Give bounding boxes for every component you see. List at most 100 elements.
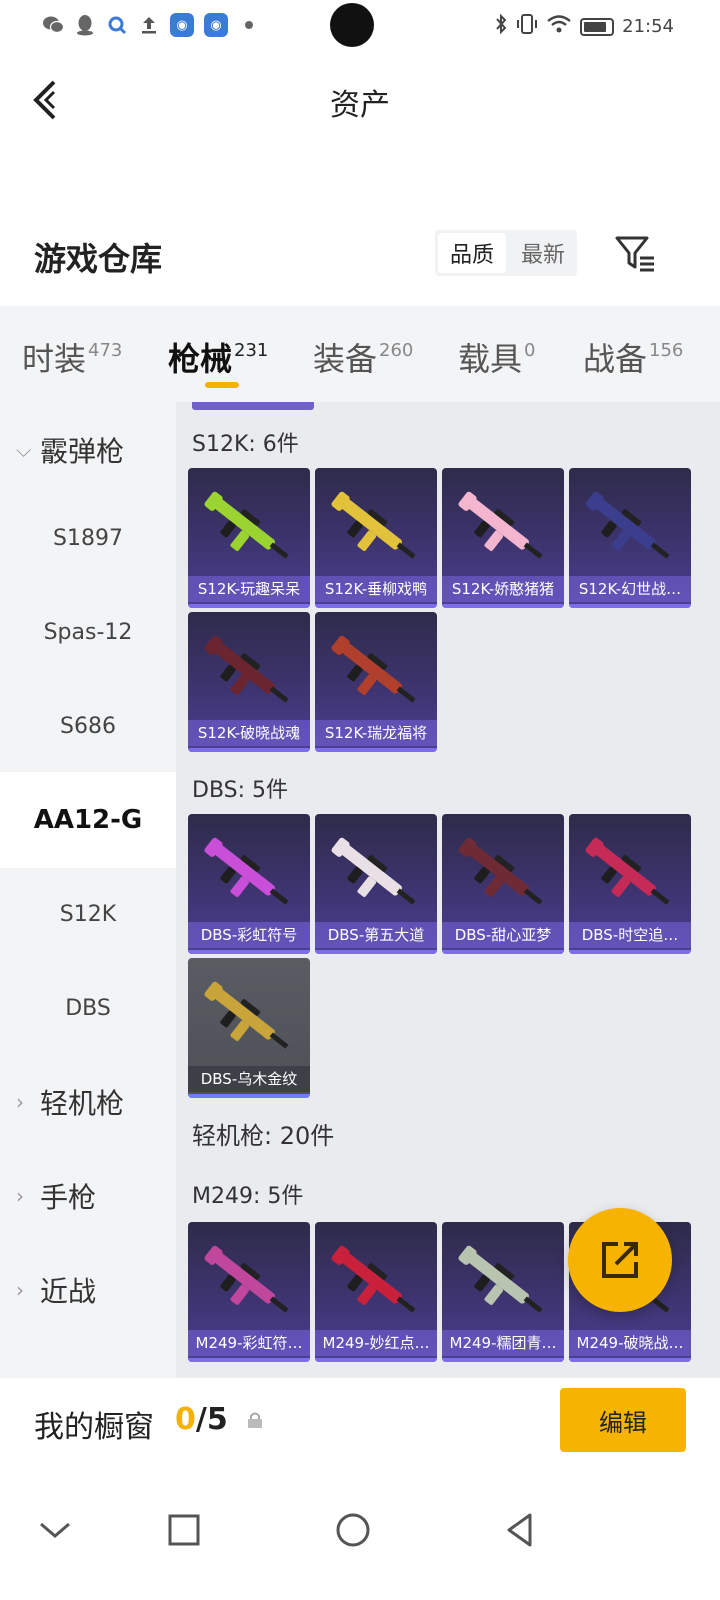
tab-fashion[interactable]: 时装 473 <box>22 334 122 380</box>
rarity-bar <box>569 950 691 954</box>
status-right-icons: 21:54 <box>494 13 674 40</box>
rarity-bar <box>442 604 564 608</box>
skin-card[interactable]: S12K-玩趣呆呆 <box>188 468 310 608</box>
status-left-icons: ◉ ◉ <box>42 13 260 37</box>
square-icon <box>168 1514 200 1546</box>
skin-card[interactable]: M249-彩虹符… <box>188 1222 310 1362</box>
tab-supplies[interactable]: 战备 156 <box>583 334 683 380</box>
filter-button[interactable] <box>614 234 656 274</box>
sidebar-item-s686[interactable]: S686 <box>0 678 176 774</box>
section-title-lmg: 轻机枪: 20件 <box>192 1122 335 1150</box>
skin-card[interactable]: S12K-瑞龙福将 <box>315 612 437 752</box>
chevron-right-icon: › <box>16 1184 24 1208</box>
qq-icon <box>74 14 96 36</box>
tab-label: 时装 <box>22 340 87 378</box>
share-button[interactable] <box>568 1208 672 1312</box>
tab-equipment[interactable]: 装备 260 <box>313 334 413 380</box>
rarity-bar <box>569 1358 691 1362</box>
rarity-bar <box>315 950 437 954</box>
wechat-icon <box>42 14 64 36</box>
chevron-down-icon: ⌵ <box>16 438 32 462</box>
skin-card[interactable]: S12K-幻世战… <box>569 468 691 608</box>
nav-home-button[interactable] <box>323 1500 383 1560</box>
sidebar-item-aa12g[interactable]: AA12-G <box>0 772 176 868</box>
sidebar-item-dbs[interactable]: DBS <box>0 960 176 1056</box>
sidebar-group-melee[interactable]: › 近战 <box>0 1242 176 1338</box>
skin-card[interactable]: DBS-第五大道 <box>315 814 437 954</box>
skin-name: S12K-玩趣呆呆 <box>188 576 310 602</box>
circle-icon <box>336 1513 370 1547</box>
sidebar-group-pistol[interactable]: › 手枪 <box>0 1148 176 1244</box>
sidebar-item-label: 霰弹枪 <box>40 435 125 468</box>
skin-name: M249-糯团青… <box>442 1330 564 1356</box>
skin-name: DBS-甜心亚梦 <box>442 922 564 948</box>
gun-image <box>331 837 416 905</box>
gun-image <box>331 491 416 559</box>
tab-label: 战备 <box>583 340 648 378</box>
skin-name: DBS-第五大道 <box>315 922 437 948</box>
gun-image <box>204 491 289 559</box>
sidebar-item-s1897[interactable]: S1897 <box>0 490 176 586</box>
app-header: 资产 <box>0 60 720 140</box>
category-tabs: 时装 473 枪械 231 装备 260 载具 0 战备 156 <box>0 306 720 402</box>
gun-image <box>204 635 289 703</box>
skin-card[interactable]: S12K-垂柳戏鸭 <box>315 468 437 608</box>
previous-item-edge <box>192 402 314 410</box>
tab-label: 载具 <box>458 340 523 378</box>
share-icon <box>602 1242 638 1278</box>
rarity-bar <box>188 1358 310 1362</box>
sidebar-item-spas12[interactable]: Spas-12 <box>0 584 176 680</box>
rarity-bar <box>442 950 564 954</box>
skin-card[interactable]: S12K-破晓战魂 <box>188 612 310 752</box>
rarity-bar <box>569 604 691 608</box>
sidebar-group-lmg[interactable]: › 轻机枪 <box>0 1054 176 1150</box>
tab-count: 260 <box>379 340 414 361</box>
nav-back-button[interactable] <box>490 1500 550 1560</box>
sort-latest[interactable]: 最新 <box>509 230 577 276</box>
chevron-down-icon <box>40 1522 70 1538</box>
tab-vehicles[interactable]: 载具 0 <box>458 334 535 380</box>
skin-card[interactable]: M249-妙红点… <box>315 1222 437 1362</box>
filter-icon <box>615 236 654 272</box>
sidebar-item-label: 手枪 <box>40 1181 97 1214</box>
skin-card[interactable]: M249-糯团青… <box>442 1222 564 1362</box>
sidebar-item-label: 近战 <box>40 1275 97 1308</box>
app-icon: ◉ <box>204 13 228 37</box>
sidebar-item-s12k[interactable]: S12K <box>0 866 176 962</box>
battery-icon <box>580 17 615 36</box>
sidebar-item-label: 轻机枪 <box>40 1087 125 1120</box>
skin-card[interactable]: S12K-娇憨猪猪 <box>442 468 564 608</box>
tab-label: 装备 <box>313 340 378 378</box>
edit-button[interactable]: 编辑 <box>560 1388 686 1452</box>
sidebar-group-shotgun[interactable]: ⌵ 霰弹枪 <box>0 402 176 498</box>
gun-image <box>585 837 670 905</box>
nav-down-button[interactable] <box>25 1500 85 1560</box>
skin-name: S12K-娇憨猪猪 <box>442 576 564 602</box>
nav-recents-button[interactable] <box>154 1500 214 1560</box>
rarity-bar <box>188 748 310 752</box>
active-tab-indicator <box>205 382 239 388</box>
status-bar: ◉ ◉ 21:54 <box>0 0 720 52</box>
skin-card[interactable]: DBS-乌木金纹 <box>188 958 310 1098</box>
chevron-right-icon: › <box>16 1278 24 1302</box>
showcase-used: 0 <box>175 1402 196 1437</box>
skin-card[interactable]: DBS-时空追… <box>569 814 691 954</box>
gun-image <box>458 491 543 559</box>
gun-image <box>204 837 289 905</box>
rarity-bar <box>315 604 437 608</box>
skin-name: DBS-时空追… <box>569 922 691 948</box>
skin-card[interactable]: DBS-甜心亚梦 <box>442 814 564 954</box>
camera-cutout <box>330 3 374 47</box>
skin-name: M249-彩虹符… <box>188 1330 310 1356</box>
skin-name: S12K-垂柳戏鸭 <box>315 576 437 602</box>
showcase-count: 0/5 <box>175 1402 228 1437</box>
skin-card[interactable]: DBS-彩虹符号 <box>188 814 310 954</box>
skin-name: S12K-幻世战… <box>569 576 691 602</box>
skin-name: DBS-乌木金纹 <box>188 1066 310 1092</box>
skin-name: S12K-破晓战魂 <box>188 720 310 746</box>
sort-quality[interactable]: 品质 <box>438 233 506 273</box>
tab-guns[interactable]: 枪械 231 <box>168 334 268 380</box>
rarity-bar <box>188 1094 310 1098</box>
warehouse-title: 游戏仓库 <box>34 240 163 278</box>
showcase-bar: 我的橱窗 0/5 编辑 <box>0 1378 720 1468</box>
